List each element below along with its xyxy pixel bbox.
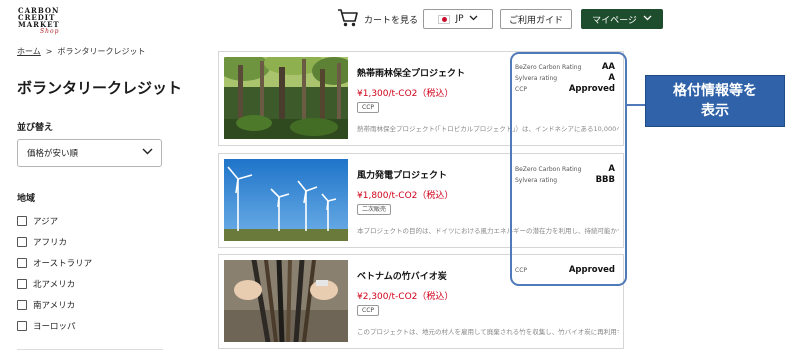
product-image-bamboo-biochar[interactable] xyxy=(224,260,348,342)
checkbox[interactable] xyxy=(17,257,27,268)
region-option-label: オーストラリア xyxy=(33,258,93,269)
region-option[interactable]: 南アメリカ xyxy=(17,294,92,315)
product-tag: CCP xyxy=(357,305,379,316)
region-option-label: 南アメリカ xyxy=(33,300,76,311)
divider xyxy=(17,349,163,350)
region-option[interactable]: ヨーロッパ xyxy=(17,315,92,336)
language-selector[interactable]: JP xyxy=(423,9,493,29)
region-option[interactable]: アジア xyxy=(17,210,92,231)
callout-line: 表示 xyxy=(701,103,729,119)
callout-line: 格付情報等を xyxy=(673,83,757,99)
checkbox[interactable] xyxy=(17,320,27,331)
breadcrumb-current: ボランタリークレジット xyxy=(57,47,146,56)
product-title[interactable]: ベトナムの竹バイオ炭 xyxy=(357,269,447,282)
checkbox[interactable] xyxy=(17,299,27,310)
checkbox[interactable] xyxy=(17,236,27,247)
cart-icon xyxy=(337,8,359,31)
breadcrumb-separator: > xyxy=(45,47,53,56)
region-option-label: ヨーロッパ xyxy=(33,321,76,332)
chevron-down-icon xyxy=(469,14,478,24)
product-description: このプロジェクトは、地元の村人を雇用して廃棄される竹を収集し、竹バイオ炭に再利用… xyxy=(357,328,619,336)
site-logo[interactable]: CARBON CREDIT MARKET Shop xyxy=(18,7,66,35)
chevron-down-icon xyxy=(142,148,153,158)
breadcrumb: ホーム > ボランタリークレジット xyxy=(17,46,145,57)
product-tag: 二次販売 xyxy=(357,204,392,215)
product-tag: CCP xyxy=(357,102,379,113)
region-filter-list: アジア アフリカ オーストラリア 北アメリカ 南アメリカ ヨーロッパ xyxy=(17,210,92,336)
product-price: ¥1,800/t-CO2（税込） xyxy=(357,191,454,201)
product-image-wind-turbines[interactable] xyxy=(224,159,348,241)
rating-highlight-frame xyxy=(510,52,627,286)
region-option-label: アジア xyxy=(33,216,59,227)
checkbox[interactable] xyxy=(17,215,27,226)
page-title: ボランタリークレジット xyxy=(17,79,183,97)
sort-selected-value: 価格が安い順 xyxy=(27,149,79,159)
product-title[interactable]: 熱帯雨林保全プロジェクト xyxy=(357,66,465,79)
region-label: 地域 xyxy=(17,194,36,204)
product-title[interactable]: 風力発電プロジェクト xyxy=(357,168,447,181)
region-option[interactable]: オーストラリア xyxy=(17,252,92,273)
cart-link[interactable]: カートを見る xyxy=(337,8,418,30)
language-label: JP xyxy=(455,14,464,24)
chevron-down-icon xyxy=(643,14,652,24)
checkbox[interactable] xyxy=(17,278,27,289)
annotation-callout: 格付情報等を 表示 xyxy=(645,75,785,127)
breadcrumb-home[interactable]: ホーム xyxy=(17,46,41,57)
region-option-label: 北アメリカ xyxy=(33,279,76,290)
sort-label: 並び替え xyxy=(17,123,54,133)
region-option-label: アフリカ xyxy=(33,237,68,248)
mypage-button[interactable]: マイページ xyxy=(581,9,663,29)
region-option[interactable]: 北アメリカ xyxy=(17,273,92,294)
product-image-rainforest[interactable] xyxy=(224,57,348,139)
logo-shop: Shop xyxy=(40,28,60,35)
sort-select[interactable]: 価格が安い順 xyxy=(17,139,162,167)
japan-flag-icon xyxy=(438,14,451,24)
callout-connector xyxy=(626,104,646,106)
cart-label: カートを見る xyxy=(364,15,419,26)
guide-button[interactable]: ご利用ガイド xyxy=(500,9,572,29)
product-price: ¥1,300/t-CO2（税込） xyxy=(357,89,454,99)
logo-line: MARKET xyxy=(18,20,60,29)
mypage-label: マイページ xyxy=(592,15,637,26)
region-option[interactable]: アフリカ xyxy=(17,231,92,252)
product-price: ¥2,300/t-CO2（税込） xyxy=(357,292,454,302)
